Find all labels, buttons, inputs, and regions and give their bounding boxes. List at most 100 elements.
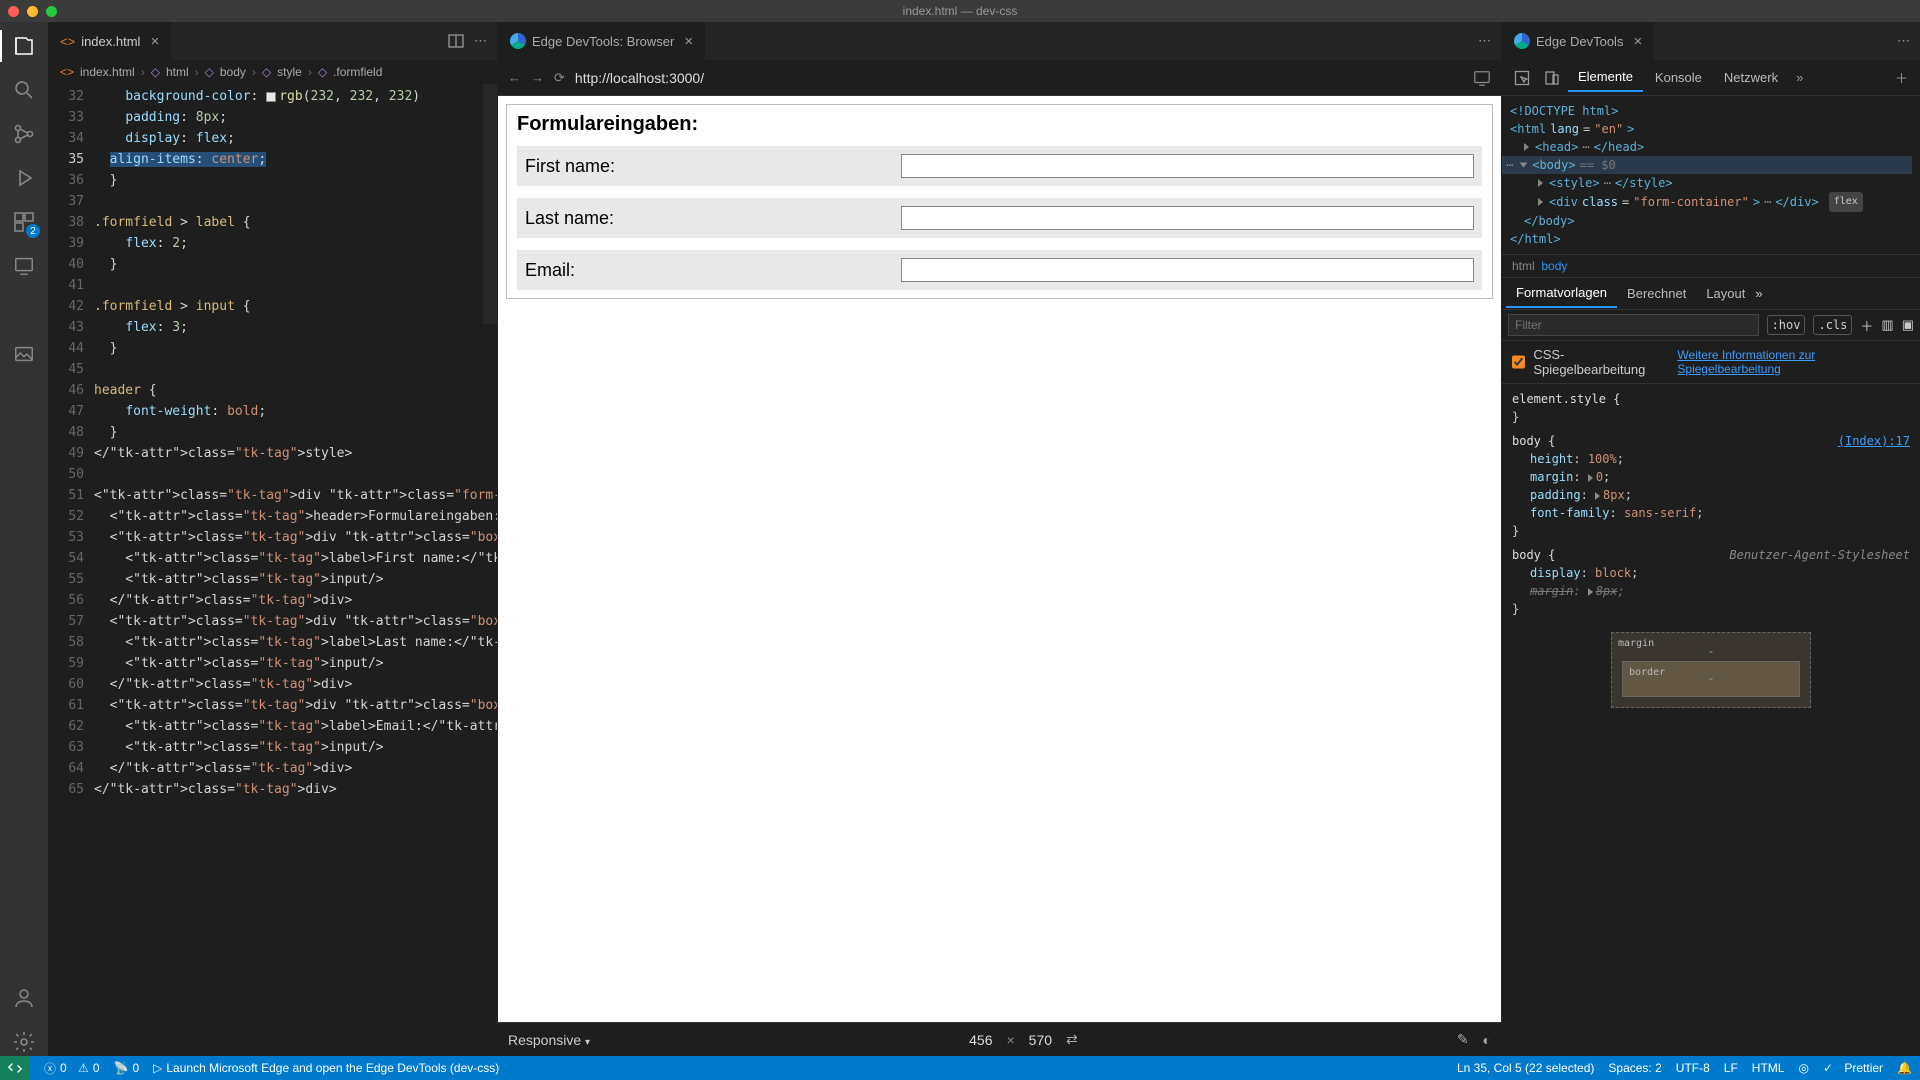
formfield-last-name: Last name:	[517, 198, 1482, 238]
label: First name:	[525, 156, 901, 177]
form-title: Formulareingaben:	[517, 113, 1482, 136]
device-toolbar: Responsive ▾ 456 × 570 ⇄ ✎ ◐	[498, 1022, 1501, 1056]
cls-toggle[interactable]: .cls	[1813, 315, 1852, 335]
search-icon[interactable]	[10, 76, 38, 104]
tab-edge-devtools[interactable]: Edge DevTools ×	[1502, 22, 1655, 60]
remote-icon[interactable]	[10, 252, 38, 280]
device-icon[interactable]	[1538, 70, 1566, 86]
browser-tabs: Edge DevTools: Browser × ⋯	[498, 22, 1501, 60]
reload-icon[interactable]: ⟳	[554, 70, 565, 86]
extensions-badge: 2	[26, 224, 40, 238]
scm-icon[interactable]	[10, 120, 38, 148]
status-radio[interactable]: 📡0	[114, 1061, 140, 1075]
styles-list[interactable]: element.style { } (Index):17body { heigh…	[1502, 384, 1920, 1056]
tab-console[interactable]: Konsole	[1645, 64, 1712, 91]
close-icon[interactable]: ×	[1633, 33, 1642, 50]
status-spaces[interactable]: Spaces: 2	[1608, 1061, 1661, 1075]
edge-icon[interactable]	[10, 296, 38, 324]
add-rule-icon[interactable]: ＋	[1860, 316, 1873, 335]
account-icon[interactable]	[10, 984, 38, 1012]
devtools-tab-row: Edge DevTools × ⋯	[1502, 22, 1920, 60]
screencast-icon[interactable]	[1473, 69, 1491, 87]
collapse-icon[interactable]: ▣	[1902, 317, 1914, 333]
status-bar: ⓧ0 ⚠0 📡0 ▷Launch Microsoft Edge and open…	[0, 1056, 1920, 1080]
status-hints[interactable]: ◎	[1798, 1061, 1808, 1075]
styles-filter-row: :hov .cls ＋ ▥ ▣	[1502, 310, 1920, 341]
rotate-icon[interactable]: ⇄	[1066, 1031, 1078, 1048]
source-link[interactable]: (Index):17	[1838, 432, 1910, 450]
label: Email:	[525, 260, 901, 281]
more-icon[interactable]: ⋯	[1897, 33, 1910, 49]
viewport-width[interactable]: 456	[969, 1032, 992, 1048]
flexpanel-icon[interactable]: ▥	[1881, 317, 1893, 333]
more-tabs-icon[interactable]: »	[1790, 70, 1809, 85]
back-icon[interactable]: ←	[508, 70, 521, 85]
status-errors[interactable]: ⓧ0 ⚠0	[44, 1060, 100, 1077]
window-controls[interactable]	[8, 6, 57, 17]
tab-label: Edge DevTools: Browser	[532, 34, 674, 49]
mirror-checkbox[interactable]	[1512, 355, 1525, 369]
photos-icon[interactable]	[10, 340, 38, 368]
tab-index-html[interactable]: <> index.html ×	[48, 22, 172, 60]
status-bell-icon[interactable]: 🔔	[1897, 1061, 1912, 1075]
more-subtabs-icon[interactable]: »	[1755, 286, 1762, 301]
titlebar: index.html — dev-css	[0, 0, 1920, 22]
minimap[interactable]	[483, 84, 497, 324]
subtab-styles[interactable]: Formatvorlagen	[1506, 279, 1617, 308]
more-icon[interactable]: ⋯	[474, 33, 487, 49]
formfield-email: Email:	[517, 250, 1482, 290]
gear-icon[interactable]	[10, 1028, 38, 1056]
debug-icon[interactable]	[10, 164, 38, 192]
styles-filter-input[interactable]	[1508, 314, 1759, 336]
line-gutter: 3233343536373839404142434445464748495051…	[48, 84, 94, 1056]
explorer-icon[interactable]	[10, 32, 38, 60]
viewport-height[interactable]: 570	[1029, 1032, 1052, 1048]
eyedropper-icon[interactable]: ✎	[1457, 1031, 1469, 1048]
subtab-computed[interactable]: Berechnet	[1617, 280, 1696, 307]
mirror-link[interactable]: Weitere Informationen zur Spiegelbearbei…	[1677, 348, 1910, 376]
dom-breadcrumb[interactable]: html body	[1502, 255, 1920, 278]
minimize-window[interactable]	[27, 6, 38, 17]
browser-toolbar: ← → ⟳ http://localhost:3000/	[498, 60, 1501, 96]
inspect-icon[interactable]	[1508, 70, 1536, 86]
breadcrumb[interactable]: <> index.html› ◇html› ◇body› ◇style› ◇.f…	[48, 60, 497, 84]
box-model: margin - border -	[1512, 624, 1910, 716]
hov-toggle[interactable]: :hov	[1767, 315, 1806, 335]
tab-edge-browser[interactable]: Edge DevTools: Browser ×	[498, 22, 706, 60]
responsive-mode[interactable]: Responsive ▾	[508, 1032, 590, 1048]
email-input[interactable]	[901, 258, 1474, 282]
tab-label: index.html	[81, 34, 140, 49]
tab-network[interactable]: Netzwerk	[1714, 64, 1788, 91]
add-tab-icon[interactable]: ＋	[1889, 68, 1914, 87]
status-launch[interactable]: ▷Launch Microsoft Edge and open the Edge…	[153, 1061, 499, 1075]
page-preview[interactable]: Formulareingaben: First name: Last name:…	[498, 96, 1501, 1022]
code-editor[interactable]: 3233343536373839404142434445464748495051…	[48, 84, 497, 1056]
extensions-icon[interactable]: 2	[10, 208, 38, 236]
dom-tree[interactable]: <!DOCTYPE html> <html lang="en"> <head> …	[1502, 96, 1920, 255]
last-name-input[interactable]	[901, 206, 1474, 230]
close-icon[interactable]: ×	[684, 33, 693, 50]
zoom-window[interactable]	[46, 6, 57, 17]
status-eol[interactable]: LF	[1724, 1061, 1738, 1075]
more-icon[interactable]: ⋯	[1478, 33, 1491, 49]
styles-subtabs: Formatvorlagen Berechnet Layout »	[1502, 278, 1920, 310]
subtab-layout[interactable]: Layout	[1696, 280, 1755, 307]
browser-pane: Edge DevTools: Browser × ⋯ ← → ⟳ http://…	[498, 22, 1502, 1056]
first-name-input[interactable]	[901, 154, 1474, 178]
vision-icon[interactable]: ◐	[1483, 1032, 1491, 1048]
close-window[interactable]	[8, 6, 19, 17]
status-lang[interactable]: HTML	[1752, 1061, 1785, 1075]
close-icon[interactable]: ×	[150, 33, 159, 50]
tab-label: Edge DevTools	[1536, 34, 1623, 49]
url-field[interactable]: http://localhost:3000/	[575, 70, 704, 86]
status-encoding[interactable]: UTF-8	[1676, 1061, 1710, 1075]
forward-icon[interactable]: →	[531, 70, 544, 85]
split-editor-icon[interactable]	[448, 33, 464, 49]
status-prettier[interactable]: ✓ Prettier	[1823, 1061, 1883, 1075]
status-cursor[interactable]: Ln 35, Col 5 (22 selected)	[1457, 1061, 1594, 1075]
html-file-icon: <>	[60, 65, 74, 79]
formfield-first-name: First name:	[517, 146, 1482, 186]
css-mirror-row: CSS-Spiegelbearbeitung Weitere Informati…	[1502, 341, 1920, 384]
tab-elements[interactable]: Elemente	[1568, 63, 1643, 92]
remote-indicator[interactable]	[0, 1056, 30, 1080]
